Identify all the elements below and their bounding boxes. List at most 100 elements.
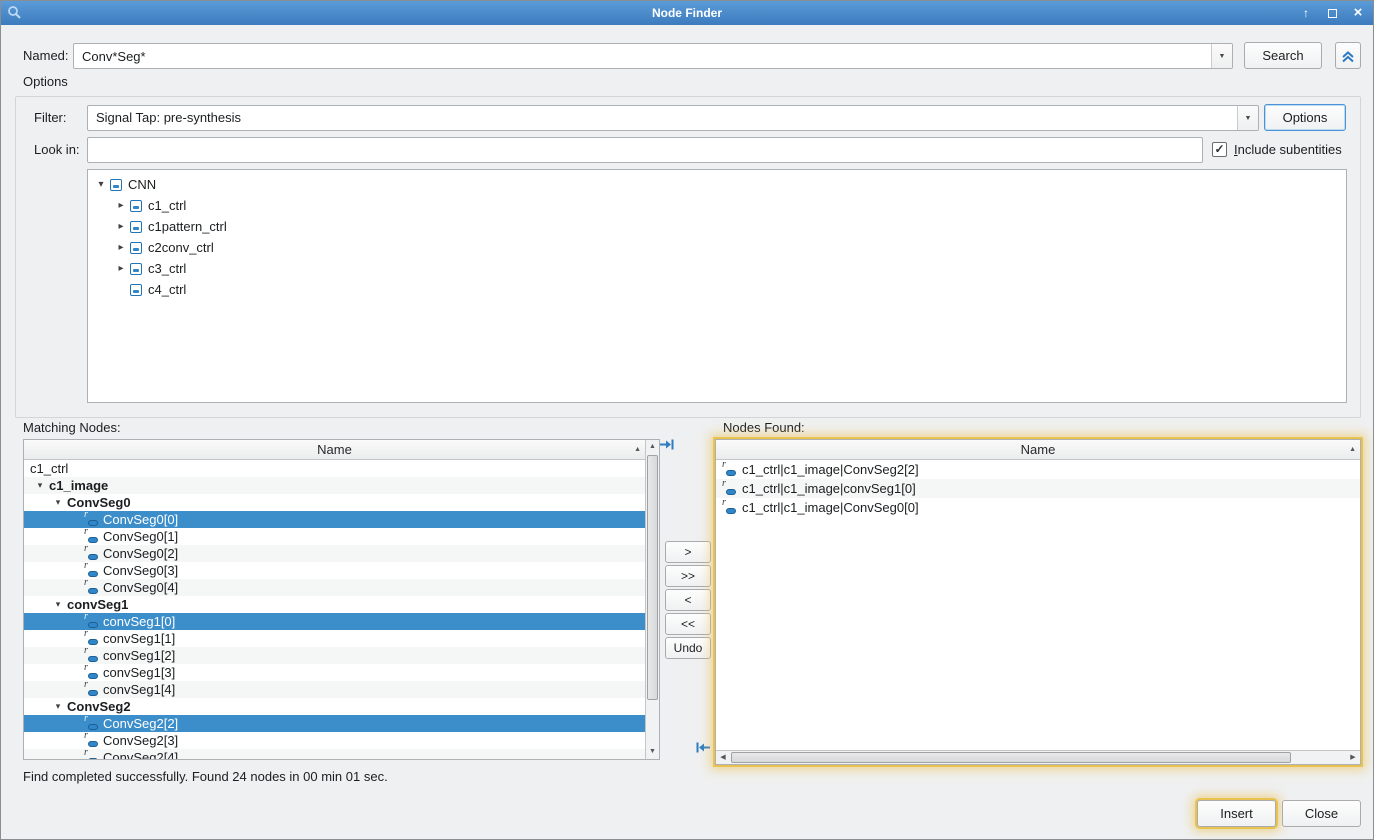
matching-node-row[interactable]: ▾ConvSeg0 — [24, 494, 645, 511]
matching-node-row[interactable]: rconvSeg1[4] — [24, 681, 645, 698]
named-dropdown-button[interactable]: ▼ — [1211, 44, 1232, 68]
shade-window-button[interactable]: ↑ — [1299, 1, 1313, 25]
hierarchy-item-label: c2conv_ctrl — [148, 240, 214, 255]
window-controls: ↑ × — [1299, 1, 1365, 25]
matching-node-row[interactable]: ▾c1_image — [24, 477, 645, 494]
matching-node-row[interactable]: rconvSeg1[1] — [24, 630, 645, 647]
scroll-left-icon[interactable]: ◀ — [716, 751, 730, 764]
look-in-input[interactable] — [89, 139, 1201, 161]
include-subentities-checkbox[interactable]: ✓ — [1212, 142, 1227, 157]
nodes-found-label: Nodes Found: — [723, 418, 805, 438]
matching-node-label: ConvSeg0[4] — [103, 580, 178, 595]
hierarchy-tree-item[interactable]: ▸c1pattern_ctrl — [88, 216, 1346, 237]
found-horizontal-scrollbar[interactable]: ◀ ▶ — [716, 750, 1360, 764]
hierarchy-item-label: CNN — [128, 177, 156, 192]
matching-node-row[interactable]: rConvSeg0[2] — [24, 545, 645, 562]
collapse-options-button[interactable] — [1335, 42, 1361, 69]
named-combobox[interactable]: ▼ — [73, 43, 1233, 69]
hierarchy-tree-item[interactable]: ▸ c2conv_ctrl — [88, 237, 1346, 258]
register-node-icon: r — [83, 683, 99, 696]
matching-node-label: convSeg1 — [67, 597, 128, 612]
register-node-icon: r — [721, 501, 737, 514]
matching-node-label: ConvSeg0 — [67, 495, 131, 510]
move-all-right-button[interactable]: >> — [665, 565, 711, 587]
hierarchy-tree-item[interactable]: ▸c3_ctrl — [88, 258, 1346, 279]
node-icon-letter: r — [722, 478, 726, 489]
maximize-icon — [1328, 9, 1337, 18]
node-icon-letter: r — [84, 526, 88, 537]
move-all-left-button[interactable]: << — [665, 613, 711, 635]
filter-combobox[interactable]: Signal Tap: pre-synthesis ▼ — [87, 105, 1259, 131]
matching-node-row[interactable]: rConvSeg0[3] — [24, 562, 645, 579]
matching-node-row[interactable]: rConvSeg0[0] — [24, 511, 645, 528]
matching-node-row[interactable]: rConvSeg2[4] — [24, 749, 645, 759]
close-button[interactable]: Close — [1282, 800, 1361, 827]
matching-vertical-scrollbar[interactable]: ▲ ▼ — [645, 440, 659, 759]
titlebar[interactable]: Node Finder ↑ × — [1, 1, 1373, 25]
expander-open-icon[interactable]: ▾ — [51, 701, 65, 712]
matching-node-label: convSeg1[0] — [103, 614, 175, 629]
search-button[interactable]: Search — [1244, 42, 1322, 69]
node-icon-pill — [88, 554, 98, 560]
scroll-up-icon[interactable]: ▲ — [646, 440, 659, 454]
found-name-column-header[interactable]: Name ▲ — [716, 440, 1360, 460]
found-node-row[interactable]: r c1_ctrl|c1_image|ConvSeg2[2] — [716, 460, 1360, 479]
matching-node-row[interactable]: ▾convSeg1 — [24, 596, 645, 613]
scroll-down-icon[interactable]: ▼ — [646, 745, 659, 759]
undo-button[interactable]: Undo — [665, 637, 711, 659]
sort-ascending-icon: ▲ — [1349, 446, 1356, 454]
expander-open-icon[interactable]: ▾ — [33, 480, 47, 491]
matching-node-row[interactable]: rConvSeg0[4] — [24, 579, 645, 596]
scroll-right-icon[interactable]: ▶ — [1346, 751, 1360, 764]
hierarchy-tree-item[interactable]: c4_ctrl — [88, 279, 1346, 300]
register-node-icon: r — [721, 463, 737, 476]
window-title: Node Finder — [1, 1, 1373, 25]
node-icon-letter: r — [722, 460, 726, 470]
move-left-button[interactable]: < — [665, 589, 711, 611]
matching-node-row[interactable]: c1_ctrl — [24, 460, 645, 477]
matching-node-row[interactable]: ▾ConvSeg2 — [24, 698, 645, 715]
expander-open-icon[interactable]: ▾ — [94, 179, 108, 190]
matching-name-column-header[interactable]: Name ▲ — [24, 440, 645, 460]
matching-node-row[interactable]: rConvSeg0[1] — [24, 528, 645, 545]
arrow-to-right-bar-icon[interactable] — [660, 438, 674, 454]
expander-closed-icon[interactable]: ▸ — [114, 263, 128, 274]
scrollbar-thumb[interactable] — [647, 455, 658, 700]
expander-closed-icon[interactable]: ▸ — [114, 242, 128, 253]
hierarchy-tree-item[interactable]: ▾ CNN — [88, 174, 1346, 195]
matching-node-row[interactable]: rconvSeg1[3] — [24, 664, 645, 681]
matching-node-row[interactable]: rconvSeg1[0] — [24, 613, 645, 630]
found-node-label: c1_ctrl|c1_image|ConvSeg2[2] — [742, 462, 919, 477]
register-node-icon: r — [83, 632, 99, 645]
matching-node-row[interactable]: rConvSeg2[2] — [24, 715, 645, 732]
expander-closed-icon[interactable]: ▸ — [114, 221, 128, 232]
expander-open-icon[interactable]: ▾ — [51, 599, 65, 610]
node-finder-dialog: Node Finder ↑ × Named: ▼ Search Options … — [0, 0, 1374, 840]
node-icon-pill — [88, 622, 98, 628]
look-in-field[interactable] — [87, 137, 1203, 163]
arrow-to-left-bar-icon[interactable] — [696, 741, 710, 757]
node-icon-letter: r — [84, 560, 88, 571]
matching-node-row[interactable]: rConvSeg2[3] — [24, 732, 645, 749]
move-right-button[interactable]: > — [665, 541, 711, 563]
found-node-label: c1_ctrl|c1_image|convSeg1[0] — [742, 481, 916, 496]
filter-options-button[interactable]: Options — [1264, 104, 1346, 131]
named-input[interactable] — [75, 45, 1210, 67]
matching-node-label: c1_image — [49, 478, 108, 493]
entity-icon — [110, 179, 122, 191]
insert-button[interactable]: Insert — [1197, 800, 1276, 827]
filter-dropdown-button[interactable]: ▼ — [1237, 106, 1258, 130]
scrollbar-thumb[interactable] — [731, 752, 1291, 763]
maximize-window-button[interactable] — [1325, 1, 1339, 25]
register-node-icon: r — [83, 513, 99, 526]
found-node-row[interactable]: r c1_ctrl|c1_image|convSeg1[0] — [716, 479, 1360, 498]
matching-node-row[interactable]: r convSeg1[2] — [24, 647, 645, 664]
expander-closed-icon[interactable]: ▸ — [114, 200, 128, 211]
matching-node-label: convSeg1[2] — [103, 648, 175, 663]
matching-node-label: ConvSeg2[4] — [103, 750, 178, 759]
found-node-row[interactable]: rc1_ctrl|c1_image|ConvSeg0[0] — [716, 498, 1360, 517]
close-window-button[interactable]: × — [1351, 1, 1365, 25]
register-node-icon: r — [83, 649, 99, 662]
hierarchy-tree-item[interactable]: ▸c1_ctrl — [88, 195, 1346, 216]
expander-open-icon[interactable]: ▾ — [51, 497, 65, 508]
